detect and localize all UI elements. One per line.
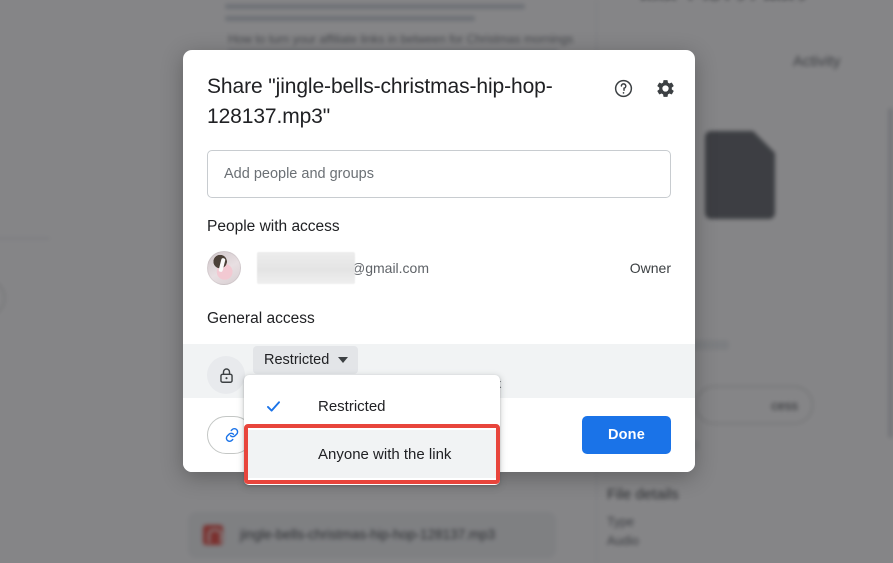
people-with-access-title: People with access <box>207 218 340 235</box>
menu-item-anyone-with-the-link[interactable]: Anyone with the link <box>244 430 500 478</box>
person-email: @gmail.com <box>351 260 430 276</box>
person-role: Owner <box>629 260 671 276</box>
gear-icon[interactable] <box>653 76 677 100</box>
general-access-menu: Restricted Anyone with the link <box>244 375 500 485</box>
menu-item-label: Anyone with the link <box>318 445 452 463</box>
general-access-dropdown[interactable]: Restricted <box>253 346 359 374</box>
screen: Shared with me Recent Starred Trash Stor… <box>0 0 893 563</box>
lock-icon <box>207 356 245 394</box>
help-circle-icon[interactable] <box>611 76 635 100</box>
add-people-field-wrapper[interactable] <box>207 150 671 198</box>
dialog-title: Share "jingle-bells-christmas-hip-hop-12… <box>207 75 553 128</box>
done-button[interactable]: Done <box>581 416 671 454</box>
check-icon <box>262 397 284 416</box>
menu-item-label: Restricted <box>318 397 386 415</box>
general-access-selected-label: Restricted <box>264 352 330 368</box>
person-name-redacted <box>257 252 355 284</box>
dialog-header: Share "jingle-bells-christmas-hip-hop-12… <box>183 50 695 132</box>
avatar <box>207 251 241 285</box>
menu-item-restricted[interactable]: Restricted <box>244 382 500 430</box>
add-people-input[interactable] <box>224 166 654 182</box>
person-row: @gmail.com Owner <box>207 248 671 288</box>
chevron-down-icon <box>338 357 349 363</box>
general-access-title: General access <box>207 310 315 327</box>
dialog-header-actions <box>611 76 677 100</box>
link-icon <box>225 427 239 443</box>
